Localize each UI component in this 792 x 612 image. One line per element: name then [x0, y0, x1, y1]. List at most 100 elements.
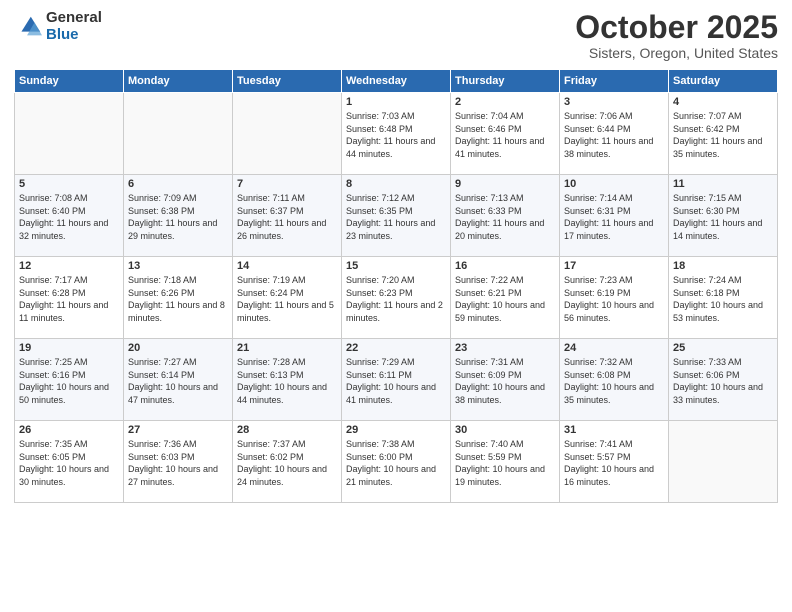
day-info: Sunrise: 7:11 AM Sunset: 6:37 PM Dayligh…	[237, 192, 337, 242]
day-info: Sunrise: 7:07 AM Sunset: 6:42 PM Dayligh…	[673, 110, 773, 160]
calendar-header-row: Sunday Monday Tuesday Wednesday Thursday…	[15, 70, 778, 93]
day-number: 25	[673, 342, 773, 354]
day-number: 7	[237, 178, 337, 190]
day-number: 24	[564, 342, 664, 354]
day-info: Sunrise: 7:29 AM Sunset: 6:11 PM Dayligh…	[346, 356, 446, 406]
day-number: 21	[237, 342, 337, 354]
logo-blue-text: Blue	[46, 27, 102, 44]
day-info: Sunrise: 7:03 AM Sunset: 6:48 PM Dayligh…	[346, 110, 446, 160]
day-info: Sunrise: 7:17 AM Sunset: 6:28 PM Dayligh…	[19, 274, 119, 324]
calendar-cell: 23 Sunrise: 7:31 AM Sunset: 6:09 PM Dayli…	[451, 339, 560, 421]
calendar-cell: 7 Sunrise: 7:11 AM Sunset: 6:37 PM Daylig…	[233, 175, 342, 257]
logo-icon	[14, 13, 42, 41]
calendar-cell: 26 Sunrise: 7:35 AM Sunset: 6:05 PM Dayli…	[15, 421, 124, 503]
calendar-cell	[15, 93, 124, 175]
day-number: 5	[19, 178, 119, 190]
day-info: Sunrise: 7:36 AM Sunset: 6:03 PM Dayligh…	[128, 438, 228, 488]
day-info: Sunrise: 7:31 AM Sunset: 6:09 PM Dayligh…	[455, 356, 555, 406]
day-info: Sunrise: 7:06 AM Sunset: 6:44 PM Dayligh…	[564, 110, 664, 160]
calendar-cell: 14 Sunrise: 7:19 AM Sunset: 6:24 PM Dayli…	[233, 257, 342, 339]
calendar-cell: 31Sunrise: 7:41 AM Sunset: 5:57 PM Dayli…	[560, 421, 669, 503]
day-number: 29	[346, 424, 446, 436]
day-number: 17	[564, 260, 664, 272]
day-info: Sunrise: 7:15 AM Sunset: 6:30 PM Dayligh…	[673, 192, 773, 242]
header: General Blue October 2025 Sisters, Orego…	[14, 10, 778, 61]
calendar-cell: 20Sunrise: 7:27 AM Sunset: 6:14 PM Dayli…	[124, 339, 233, 421]
day-info: Sunrise: 7:20 AM Sunset: 6:23 PM Dayligh…	[346, 274, 446, 324]
day-number: 27	[128, 424, 228, 436]
calendar-cell: 18Sunrise: 7:24 AM Sunset: 6:18 PM Dayli…	[669, 257, 778, 339]
col-tuesday: Tuesday	[233, 70, 342, 93]
calendar-cell: 21 Sunrise: 7:28 AM Sunset: 6:13 PM Dayli…	[233, 339, 342, 421]
day-number: 3	[564, 96, 664, 108]
calendar-cell: 3 Sunrise: 7:06 AM Sunset: 6:44 PM Daylig…	[560, 93, 669, 175]
day-info: Sunrise: 7:28 AM Sunset: 6:13 PM Dayligh…	[237, 356, 337, 406]
calendar-cell: 10 Sunrise: 7:14 AM Sunset: 6:31 PM Dayli…	[560, 175, 669, 257]
day-number: 26	[19, 424, 119, 436]
logo-general-text: General	[46, 10, 102, 27]
calendar-cell: 16 Sunrise: 7:22 AM Sunset: 6:21 PM Dayli…	[451, 257, 560, 339]
day-info: Sunrise: 7:04 AM Sunset: 6:46 PM Dayligh…	[455, 110, 555, 160]
day-info: Sunrise: 7:38 AM Sunset: 6:00 PM Dayligh…	[346, 438, 446, 488]
calendar-cell: 29 Sunrise: 7:38 AM Sunset: 6:00 PM Dayli…	[342, 421, 451, 503]
day-info: Sunrise: 7:40 AM Sunset: 5:59 PM Dayligh…	[455, 438, 555, 488]
day-info: Sunrise: 7:12 AM Sunset: 6:35 PM Dayligh…	[346, 192, 446, 242]
day-info: Sunrise: 7:09 AM Sunset: 6:38 PM Dayligh…	[128, 192, 228, 242]
calendar: Sunday Monday Tuesday Wednesday Thursday…	[14, 69, 778, 503]
calendar-cell: 19Sunrise: 7:25 AM Sunset: 6:16 PM Dayli…	[15, 339, 124, 421]
day-number: 8	[346, 178, 446, 190]
day-number: 16	[455, 260, 555, 272]
calendar-cell: 4 Sunrise: 7:07 AM Sunset: 6:42 PM Daylig…	[669, 93, 778, 175]
day-number: 11	[673, 178, 773, 190]
calendar-cell: 8 Sunrise: 7:12 AM Sunset: 6:35 PM Daylig…	[342, 175, 451, 257]
title-block: October 2025 Sisters, Oregon, United Sta…	[575, 10, 778, 61]
calendar-cell: 17 Sunrise: 7:23 AM Sunset: 6:19 PM Dayli…	[560, 257, 669, 339]
day-info: Sunrise: 7:27 AM Sunset: 6:14 PM Dayligh…	[128, 356, 228, 406]
calendar-cell: 25 Sunrise: 7:33 AM Sunset: 6:06 PM Dayli…	[669, 339, 778, 421]
day-number: 12	[19, 260, 119, 272]
day-info: Sunrise: 7:35 AM Sunset: 6:05 PM Dayligh…	[19, 438, 119, 488]
day-number: 28	[237, 424, 337, 436]
day-number: 13	[128, 260, 228, 272]
day-info: Sunrise: 7:18 AM Sunset: 6:26 PM Dayligh…	[128, 274, 228, 324]
calendar-week-5: 26 Sunrise: 7:35 AM Sunset: 6:05 PM Dayli…	[15, 421, 778, 503]
location: Sisters, Oregon, United States	[575, 45, 778, 61]
calendar-week-4: 19Sunrise: 7:25 AM Sunset: 6:16 PM Dayli…	[15, 339, 778, 421]
col-friday: Friday	[560, 70, 669, 93]
calendar-cell: 24 Sunrise: 7:32 AM Sunset: 6:08 PM Dayli…	[560, 339, 669, 421]
calendar-cell: 2Sunrise: 7:04 AM Sunset: 6:46 PM Daylig…	[451, 93, 560, 175]
day-info: Sunrise: 7:25 AM Sunset: 6:16 PM Dayligh…	[19, 356, 119, 406]
calendar-cell	[233, 93, 342, 175]
day-info: Sunrise: 7:33 AM Sunset: 6:06 PM Dayligh…	[673, 356, 773, 406]
calendar-cell: 12 Sunrise: 7:17 AM Sunset: 6:28 PM Dayli…	[15, 257, 124, 339]
day-info: Sunrise: 7:23 AM Sunset: 6:19 PM Dayligh…	[564, 274, 664, 324]
col-thursday: Thursday	[451, 70, 560, 93]
calendar-cell: 30 Sunrise: 7:40 AM Sunset: 5:59 PM Dayli…	[451, 421, 560, 503]
calendar-cell: 28Sunrise: 7:37 AM Sunset: 6:02 PM Dayli…	[233, 421, 342, 503]
calendar-cell: 11 Sunrise: 7:15 AM Sunset: 6:30 PM Dayli…	[669, 175, 778, 257]
calendar-cell: 13 Sunrise: 7:18 AM Sunset: 6:26 PM Dayli…	[124, 257, 233, 339]
day-number: 6	[128, 178, 228, 190]
day-number: 10	[564, 178, 664, 190]
calendar-cell: 27 Sunrise: 7:36 AM Sunset: 6:03 PM Dayli…	[124, 421, 233, 503]
day-number: 9	[455, 178, 555, 190]
col-wednesday: Wednesday	[342, 70, 451, 93]
calendar-cell: 22Sunrise: 7:29 AM Sunset: 6:11 PM Dayli…	[342, 339, 451, 421]
day-number: 23	[455, 342, 555, 354]
day-info: Sunrise: 7:19 AM Sunset: 6:24 PM Dayligh…	[237, 274, 337, 324]
day-info: Sunrise: 7:41 AM Sunset: 5:57 PM Dayligh…	[564, 438, 664, 488]
calendar-week-1: 1Sunrise: 7:03 AM Sunset: 6:48 PM Daylig…	[15, 93, 778, 175]
day-number: 15	[346, 260, 446, 272]
day-number: 14	[237, 260, 337, 272]
calendar-cell: 1Sunrise: 7:03 AM Sunset: 6:48 PM Daylig…	[342, 93, 451, 175]
day-number: 30	[455, 424, 555, 436]
calendar-cell	[669, 421, 778, 503]
day-number: 4	[673, 96, 773, 108]
day-info: Sunrise: 7:32 AM Sunset: 6:08 PM Dayligh…	[564, 356, 664, 406]
month-title: October 2025	[575, 10, 778, 45]
day-info: Sunrise: 7:14 AM Sunset: 6:31 PM Dayligh…	[564, 192, 664, 242]
calendar-body: 1Sunrise: 7:03 AM Sunset: 6:48 PM Daylig…	[15, 93, 778, 503]
day-info: Sunrise: 7:22 AM Sunset: 6:21 PM Dayligh…	[455, 274, 555, 324]
calendar-week-2: 5Sunrise: 7:08 AM Sunset: 6:40 PM Daylig…	[15, 175, 778, 257]
col-saturday: Saturday	[669, 70, 778, 93]
